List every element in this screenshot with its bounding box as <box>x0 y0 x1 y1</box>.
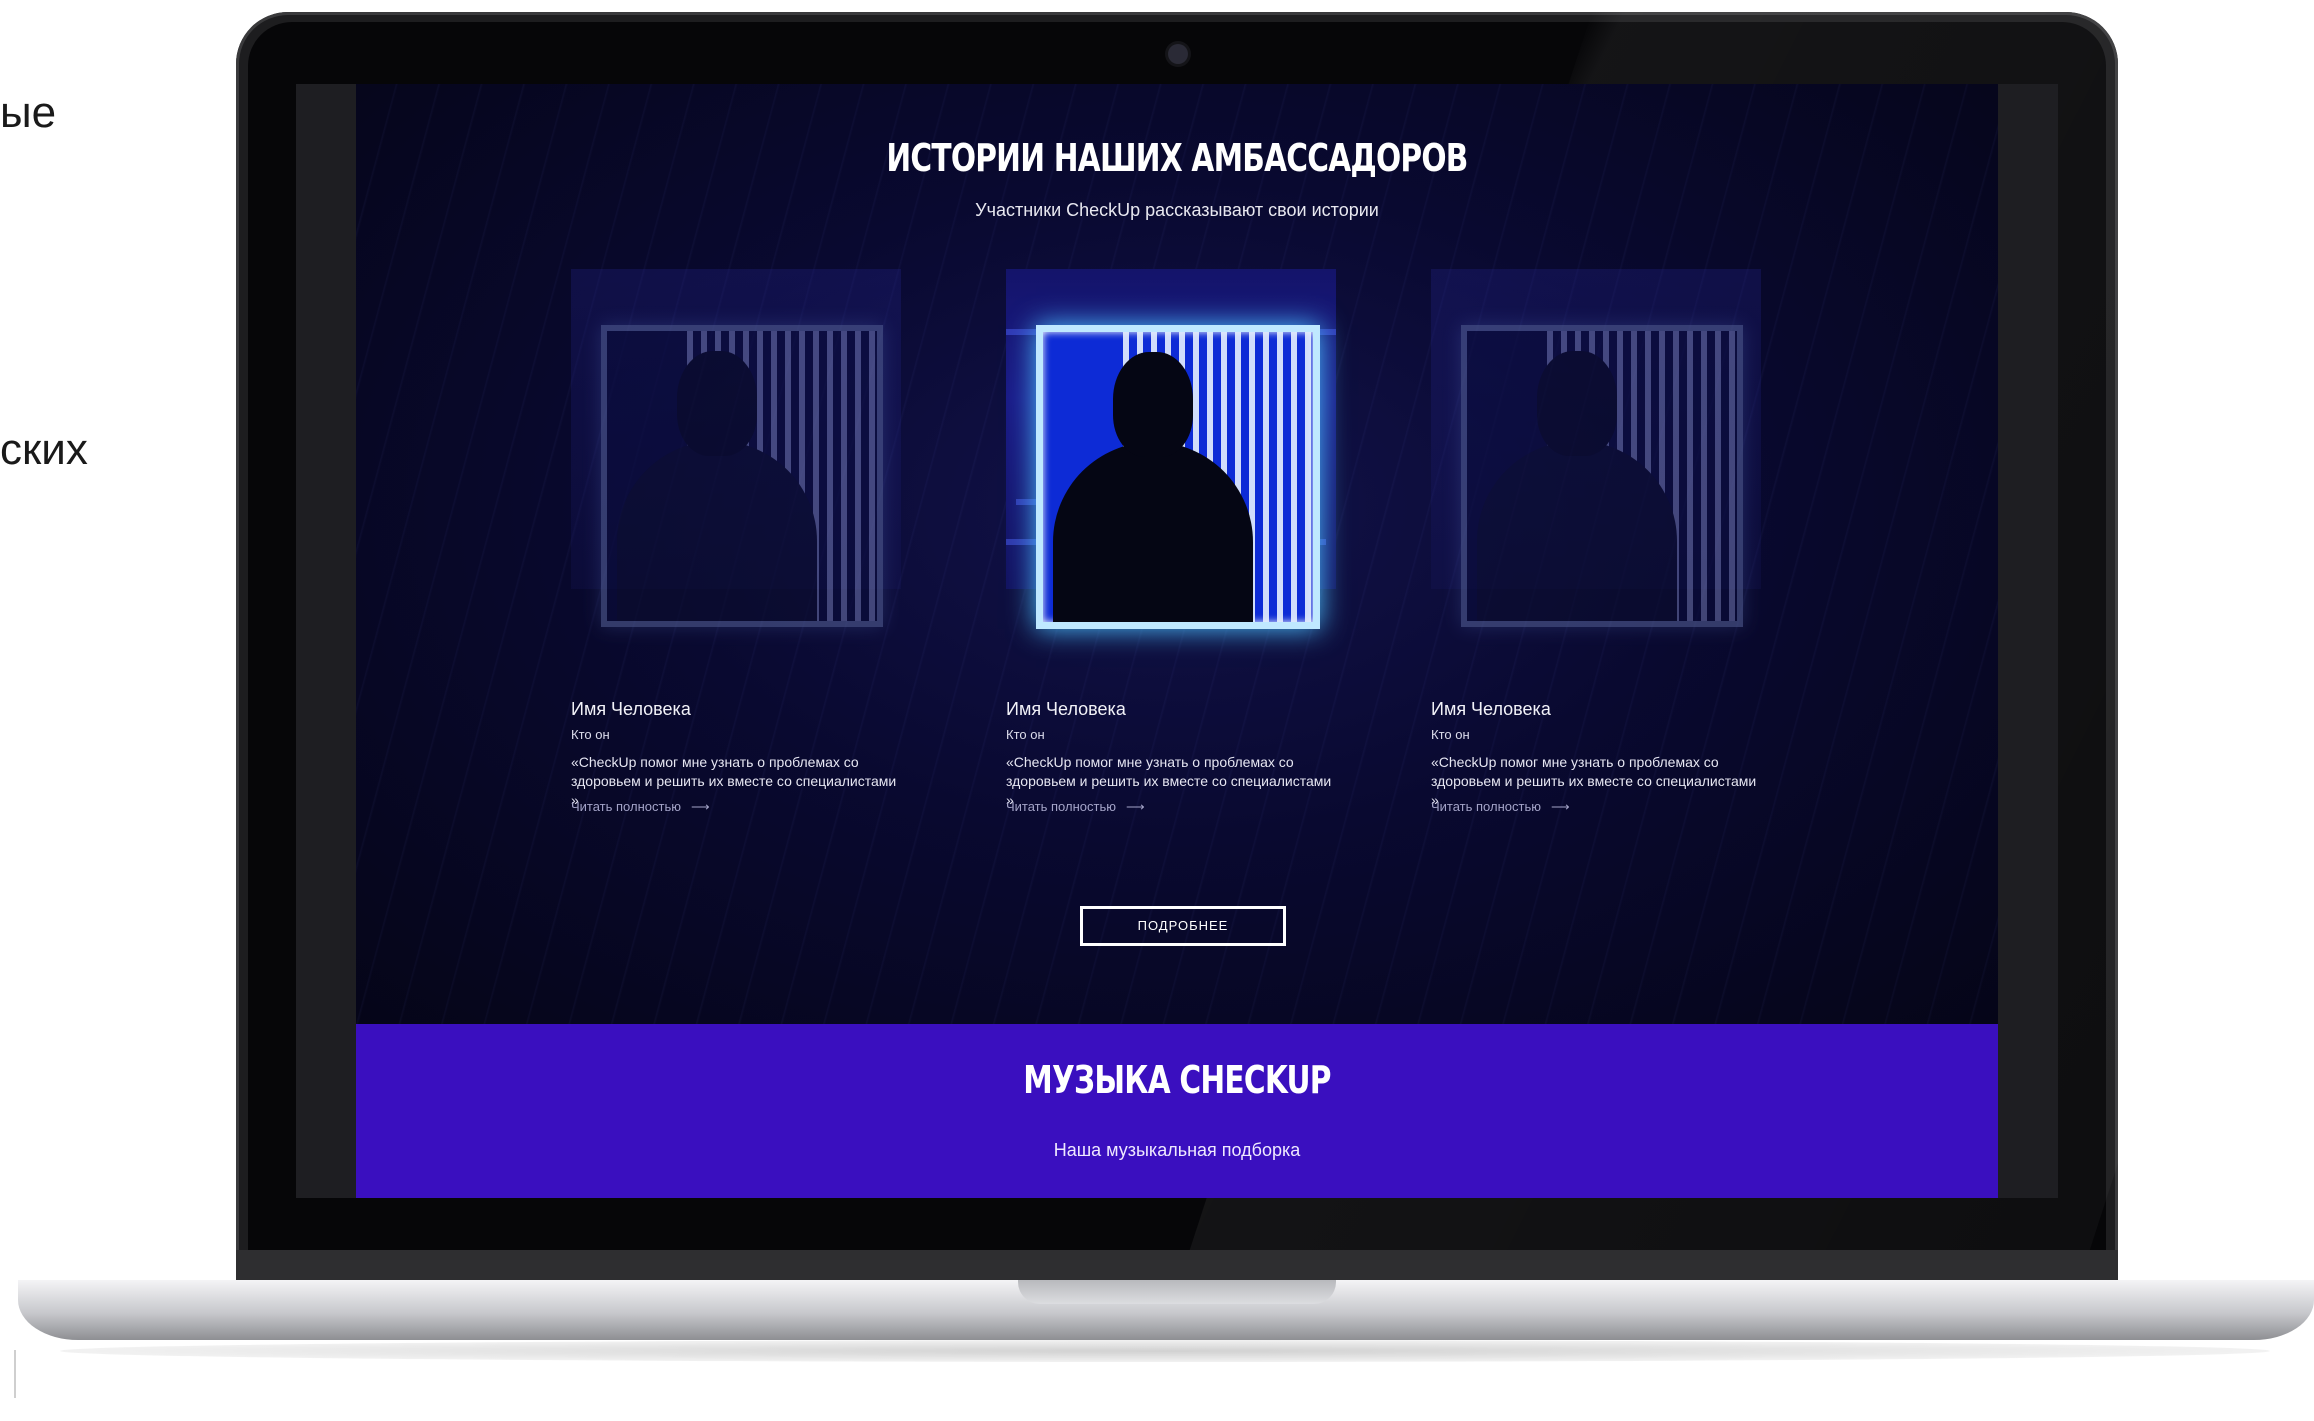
ambassador-role: Кто он <box>571 727 610 742</box>
ambassador-photo[interactable] <box>601 325 883 627</box>
side-divider <box>14 1350 16 1398</box>
read-more-label[interactable]: Читать полностью <box>1006 799 1116 814</box>
ambassador-role: Кто он <box>1006 727 1045 742</box>
website: ИСТОРИИ НАШИХ АМБАССАДОРОВ Участники Che… <box>356 84 1998 1198</box>
laptop-bezel-bottom <box>236 1250 2118 1280</box>
person-silhouette <box>1053 442 1253 622</box>
stories-subtitle: Участники CheckUp рассказывают свои исто… <box>975 200 1379 220</box>
person-head <box>1113 352 1193 457</box>
read-more-link[interactable]: Читать полностью ⟶ <box>1431 799 1570 815</box>
music-section: МУЗЫКА CHECKUP Наша музыкальная подборка <box>356 1024 1998 1198</box>
ambassador-role: Кто он <box>1431 727 1470 742</box>
person-silhouette <box>617 441 817 621</box>
more-button[interactable]: ПОДРОБНЕЕ <box>1080 906 1286 946</box>
side-text-2: ских <box>0 425 88 474</box>
arrow-right-icon[interactable]: ⟶ <box>1551 799 1570 814</box>
ambassador-name: Имя Человека <box>571 699 691 719</box>
ambassador-name: Имя Человека <box>1431 699 1551 719</box>
read-more-label[interactable]: Читать полностью <box>571 799 681 814</box>
person-head <box>1537 351 1617 456</box>
arrow-right-icon[interactable]: ⟶ <box>691 799 710 814</box>
ambassador-photo[interactable] <box>1461 325 1743 627</box>
ambassador-photo-backdrop <box>1006 269 1336 629</box>
arrow-right-icon[interactable]: ⟶ <box>1126 799 1145 814</box>
music-subtitle: Наша музыкальная подборка <box>1053 1140 1301 1160</box>
ambassador-photo[interactable] <box>1036 325 1320 629</box>
ambassador-stories-section: ИСТОРИИ НАШИХ АМБАССАДОРОВ Участники Che… <box>356 84 1998 1024</box>
music-title: МУЗЫКА CHECKUP <box>1023 1058 1331 1102</box>
side-text-1: ые <box>0 88 57 137</box>
person-silhouette <box>1477 441 1677 621</box>
stories-title: ИСТОРИИ НАШИХ АМБАССАДОРОВ <box>886 136 1468 180</box>
read-more-link[interactable]: Читать полностью ⟶ <box>571 799 710 815</box>
read-more-link[interactable]: Читать полностью ⟶ <box>1006 799 1145 815</box>
person-head <box>677 351 757 456</box>
ambassador-photo-backdrop <box>571 269 901 627</box>
laptop-lid-notch <box>1018 1280 1336 1304</box>
ambassador-photo-backdrop <box>1431 269 1761 627</box>
webcam-icon <box>1168 44 1188 64</box>
read-more-label[interactable]: Читать полностью <box>1431 799 1541 814</box>
laptop-shadow <box>60 1340 2270 1362</box>
ambassador-name: Имя Человека <box>1006 699 1126 719</box>
laptop-screen: ИСТОРИИ НАШИХ АМБАССАДОРОВ Участники Che… <box>296 84 2058 1198</box>
